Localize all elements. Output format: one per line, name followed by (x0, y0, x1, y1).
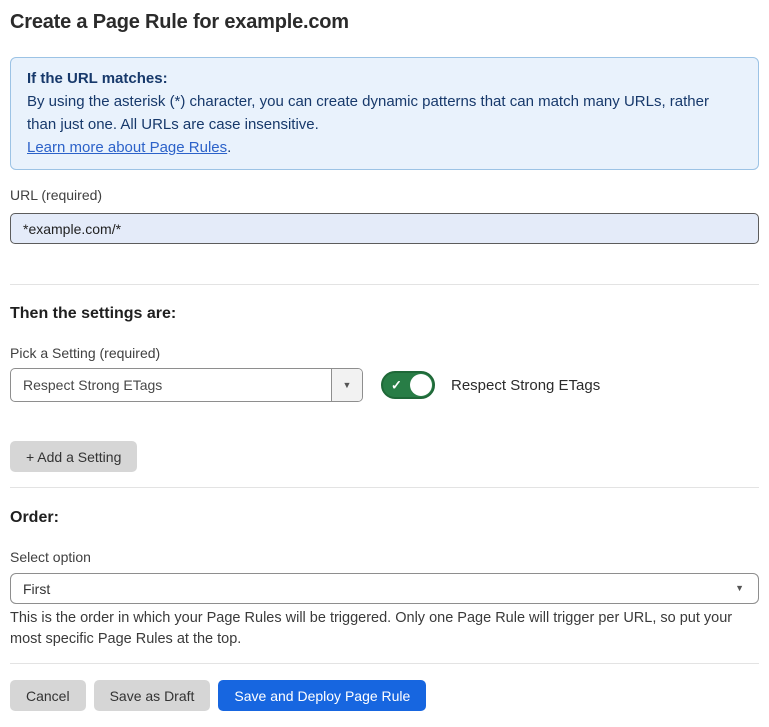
url-input[interactable] (10, 213, 759, 244)
section-divider (10, 284, 759, 285)
order-select[interactable]: First ▼ (10, 573, 759, 604)
caret-down-icon: ▼ (343, 381, 352, 390)
footer-divider (10, 663, 759, 664)
section-divider (10, 487, 759, 488)
learn-more-link[interactable]: Learn more about Page Rules (27, 139, 227, 156)
order-help-text: This is the order in which your Page Rul… (10, 608, 750, 650)
add-setting-button[interactable]: + Add a Setting (10, 441, 137, 472)
setting-toggle[interactable]: ✓ (381, 371, 435, 399)
url-match-info-box: If the URL matches: By using the asteris… (10, 57, 759, 170)
info-box-heading: If the URL matches: (27, 67, 742, 90)
setting-dropdown-value: Respect Strong ETags (11, 369, 331, 401)
check-icon: ✓ (391, 379, 402, 392)
order-select-value: First (23, 581, 50, 597)
create-page-rule-form: Create a Page Rule for example.com If th… (0, 8, 769, 727)
settings-section-heading: Then the settings are: (10, 304, 759, 323)
caret-down-icon: ▼ (735, 584, 744, 593)
setting-dropdown[interactable]: Respect Strong ETags ▼ (10, 368, 363, 402)
page-title: Create a Page Rule for example.com (10, 8, 759, 36)
cancel-button[interactable]: Cancel (10, 680, 86, 711)
save-draft-button[interactable]: Save as Draft (94, 680, 211, 711)
setting-row: Respect Strong ETags ▼ ✓ Respect Strong … (10, 368, 759, 402)
info-box-link-line: Learn more about Page Rules. (27, 136, 742, 159)
save-deploy-button[interactable]: Save and Deploy Page Rule (218, 680, 426, 711)
pick-setting-label: Pick a Setting (required) (10, 344, 759, 362)
order-select-label: Select option (10, 548, 759, 566)
setting-dropdown-caret-button[interactable]: ▼ (331, 369, 362, 401)
link-suffix-period: . (227, 139, 231, 156)
url-field-label: URL (required) (10, 186, 759, 204)
order-section-heading: Order: (10, 508, 759, 527)
footer-actions: Cancel Save as Draft Save and Deploy Pag… (10, 680, 759, 711)
info-box-body: By using the asterisk (*) character, you… (27, 90, 742, 136)
setting-toggle-label: Respect Strong ETags (451, 377, 600, 394)
toggle-knob (410, 374, 432, 396)
